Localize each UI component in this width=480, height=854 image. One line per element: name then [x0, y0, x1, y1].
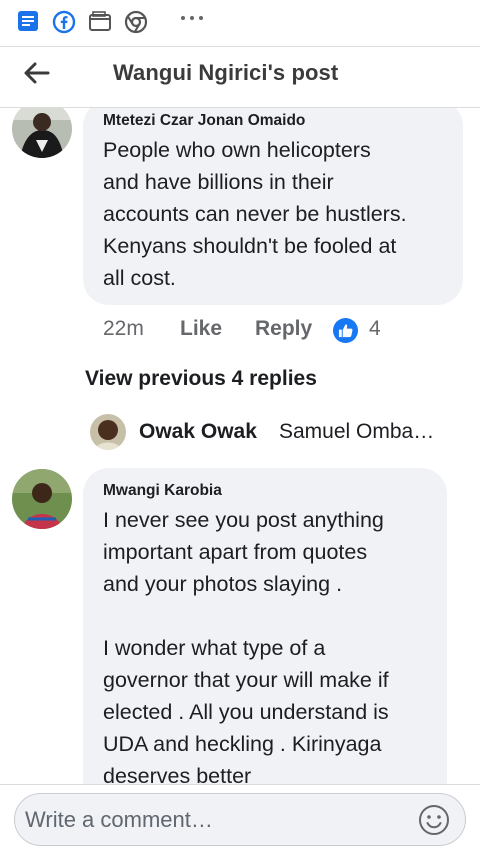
comment-placeholder: Write a comment…: [25, 807, 213, 832]
page-title: Wangui Ngirici's post: [113, 60, 339, 85]
reaction-count[interactable]: 4: [369, 317, 381, 341]
comment-bubble[interactable]: Mwangi Karobia I never see you post anyt…: [83, 468, 447, 784]
comment-text: People who own helicopters and have bill…: [103, 138, 407, 290]
arrow-left-icon: [22, 61, 50, 90]
back-button[interactable]: [18, 57, 54, 93]
reply-author: Owak Owak: [139, 420, 257, 443]
comment-input[interactable]: Write a comment…: [14, 793, 466, 846]
comment-author[interactable]: Mwangi Karobia: [103, 482, 222, 500]
wallet-icon: [88, 10, 112, 39]
avatar[interactable]: [12, 108, 72, 158]
messages-icon: [17, 10, 39, 39]
status-bar: [0, 0, 480, 46]
comment-text: I never see you post anything important …: [103, 508, 389, 784]
chrome-icon: [124, 10, 148, 39]
facebook-icon: [52, 10, 76, 39]
emoji-icon[interactable]: [417, 803, 451, 837]
comment-feed[interactable]: Mtetezi Czar Jonan Omaido People who own…: [0, 108, 480, 784]
comment-composer: Write a comment…: [0, 785, 480, 854]
avatar: [90, 414, 126, 450]
comment-bubble[interactable]: Mtetezi Czar Jonan Omaido People who own…: [83, 108, 463, 305]
like-button[interactable]: Like: [180, 317, 222, 341]
more-notifications-icon: [178, 6, 206, 31]
like-reaction-icon[interactable]: [333, 318, 358, 343]
reply-snippet: Samuel Ombasa is: [279, 420, 439, 443]
view-previous-replies-link[interactable]: View previous 4 replies: [85, 367, 317, 391]
post-header: Wangui Ngirici's post: [0, 47, 480, 107]
reply-button[interactable]: Reply: [255, 317, 312, 341]
reply-preview[interactable]: Owak Owak Samuel Ombasa is: [90, 412, 450, 452]
comment-author[interactable]: Mtetezi Czar Jonan Omaido: [103, 112, 305, 130]
comment-actions: 22m Like Reply 4: [0, 317, 480, 347]
avatar[interactable]: [12, 469, 72, 529]
comment-timestamp[interactable]: 22m: [103, 317, 144, 341]
